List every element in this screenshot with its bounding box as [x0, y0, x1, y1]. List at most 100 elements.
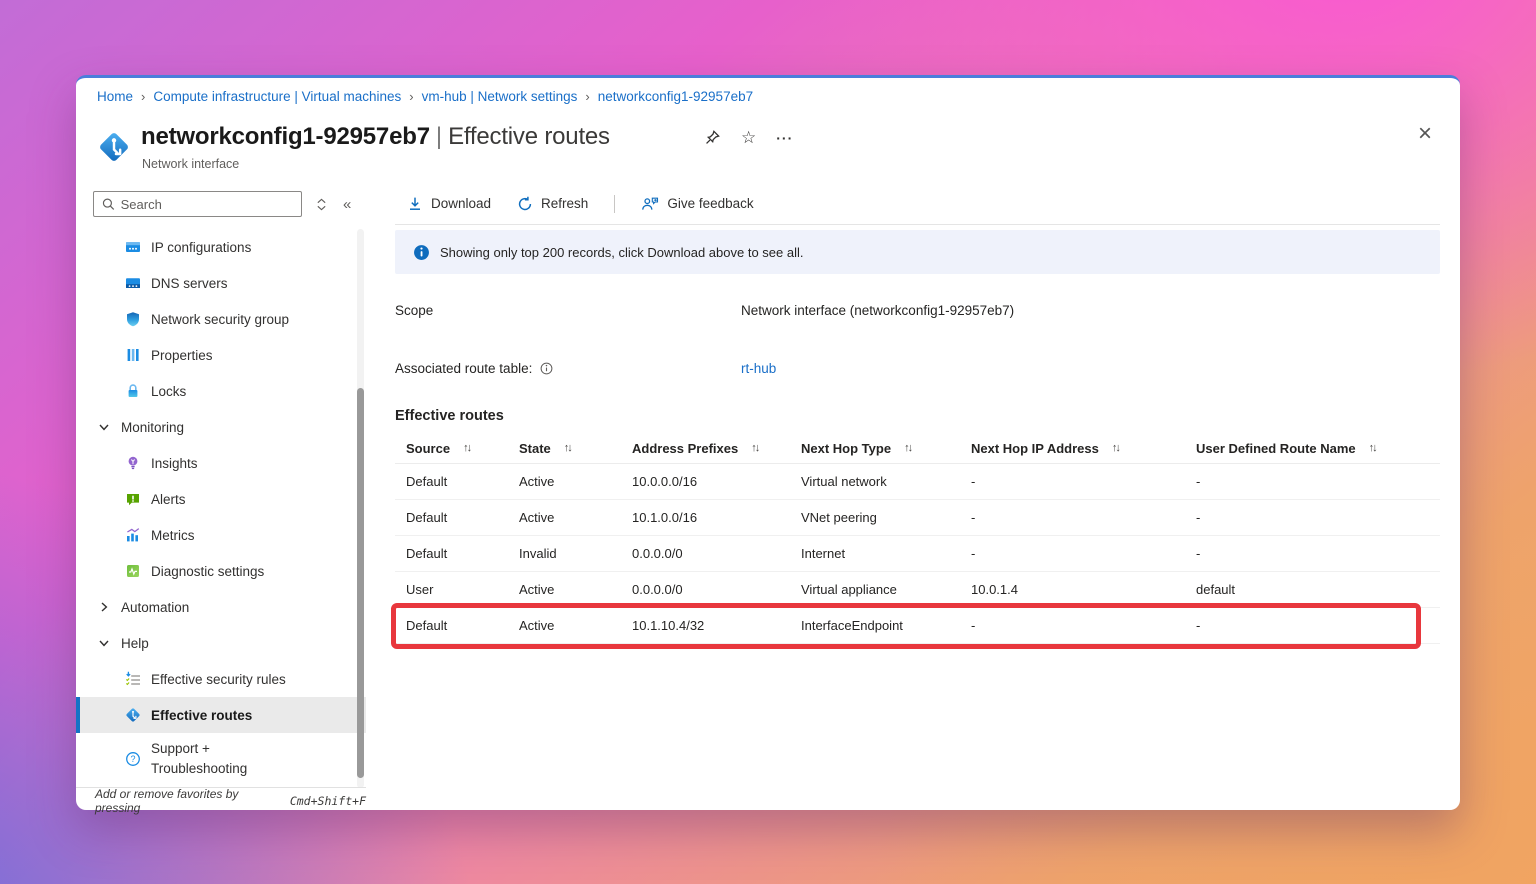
sort-icon: ↑↓ — [564, 442, 571, 454]
column-header-next-hop-ip[interactable]: Next Hop IP Address↑↓ — [960, 441, 1185, 456]
favorites-hint-shortcut: Cmd+Shift+F — [290, 794, 366, 808]
diagnostic-settings-icon — [125, 563, 141, 579]
breadcrumb-network-settings[interactable]: vm-hub | Network settings — [422, 89, 578, 104]
sidebar-item-label: IP configurations — [151, 240, 251, 255]
breadcrumb: Home › Compute infrastructure | Virtual … — [97, 89, 753, 104]
table-row-highlighted: DefaultActive10.1.10.4/32InterfaceEndpoi… — [395, 608, 1440, 644]
lock-icon — [125, 383, 141, 399]
azure-portal-blade: Home › Compute infrastructure | Virtual … — [76, 75, 1460, 810]
sidebar-group-label: Automation — [121, 600, 189, 615]
route-table-label-wrap: Associated route table: — [395, 361, 741, 376]
routes-section-title: Effective routes — [395, 408, 1440, 424]
table-row: DefaultActive10.1.0.0/16VNet peering-- — [395, 500, 1440, 536]
sidebar-item-alerts[interactable]: Alerts — [76, 481, 366, 517]
refresh-button[interactable]: Refresh — [517, 196, 588, 212]
sidebar-item-insights[interactable]: Insights — [76, 445, 366, 481]
sidebar-item-label: Properties — [151, 348, 213, 363]
scope-value: Network interface (networkconfig1-92957e… — [741, 303, 1440, 318]
search-input[interactable] — [121, 197, 293, 212]
favorites-hint: Add or remove favorites by pressing Cmd+… — [76, 787, 366, 813]
info-banner-text: Showing only top 200 records, click Down… — [440, 245, 804, 260]
toolbar-divider — [614, 195, 615, 213]
alerts-icon — [125, 491, 141, 507]
sidebar-group-label: Help — [121, 636, 149, 651]
collapse-sidebar-icon[interactable]: « — [343, 196, 351, 213]
breadcrumb-home[interactable]: Home — [97, 89, 133, 104]
insights-icon — [125, 455, 141, 471]
sidebar-item-effective-security-rules[interactable]: Effective security rules — [76, 661, 366, 697]
sidebar-item-label: Support + Troubleshooting — [151, 739, 291, 778]
sidebar-item-label: Diagnostic settings — [151, 564, 264, 579]
star-icon[interactable]: ☆ — [741, 129, 756, 146]
table-row: DefaultInvalid0.0.0.0/0Internet-- — [395, 536, 1440, 572]
column-header-state[interactable]: State↑↓ — [508, 441, 621, 456]
info-banner: Showing only top 200 records, click Down… — [395, 230, 1440, 274]
download-icon — [407, 196, 423, 212]
column-header-next-hop-type[interactable]: Next Hop Type↑↓ — [790, 441, 960, 456]
sidebar-group-automation[interactable]: Automation — [76, 589, 366, 625]
sort-icon: ↑↓ — [463, 442, 470, 454]
refresh-icon — [517, 196, 533, 212]
sidebar-item-ip-configurations[interactable]: IP configurations — [76, 229, 366, 265]
main-content: Download Refresh Give feedback — [395, 183, 1440, 813]
expand-collapse-all-icon[interactable] — [316, 197, 327, 212]
sidebar-item-properties[interactable]: Properties — [76, 337, 366, 373]
sidebar-item-label: Effective security rules — [151, 672, 286, 687]
table-header-row: Source↑↓ State↑↓ Address Prefixes↑↓ Next… — [395, 433, 1440, 464]
scope-row: Scope Network interface (networkconfig1-… — [395, 296, 1440, 324]
chevron-right-icon: › — [585, 89, 589, 104]
sidebar-menu: IP configurations DNS servers Network se… — [76, 229, 366, 785]
pin-icon[interactable] — [704, 129, 721, 146]
feedback-label: Give feedback — [667, 196, 753, 211]
info-icon — [413, 244, 430, 261]
metrics-icon — [125, 527, 141, 543]
route-table-link[interactable]: rt-hub — [741, 361, 1440, 376]
sort-icon: ↑↓ — [904, 442, 911, 454]
sidebar-item-dns-servers[interactable]: DNS servers — [76, 265, 366, 301]
resource-type-label: Network interface — [142, 157, 239, 171]
sidebar-item-support-troubleshooting[interactable]: ? Support + Troubleshooting — [76, 733, 366, 785]
ip-configurations-icon — [125, 239, 141, 255]
give-feedback-button[interactable]: Give feedback — [641, 196, 753, 212]
sidebar-item-label: Insights — [151, 456, 198, 471]
feedback-icon — [641, 196, 659, 212]
info-tooltip-icon[interactable] — [540, 362, 553, 375]
sidebar-item-effective-routes[interactable]: Effective routes — [76, 697, 366, 733]
sidebar: « IP configurations DNS servers — [76, 183, 366, 813]
chevron-down-icon — [98, 637, 110, 649]
breadcrumb-networkconfig[interactable]: networkconfig1-92957eb7 — [598, 89, 753, 104]
sidebar-item-label: Metrics — [151, 528, 195, 543]
desktop-background: { "breadcrumb": { "items": ["Home", "Com… — [0, 0, 1536, 884]
route-table-label: Associated route table: — [395, 361, 532, 376]
column-header-udr-name[interactable]: User Defined Route Name↑↓ — [1185, 441, 1440, 456]
effective-routes-icon — [125, 707, 141, 723]
column-header-address-prefixes[interactable]: Address Prefixes↑↓ — [621, 441, 790, 456]
sidebar-item-metrics[interactable]: Metrics — [76, 517, 366, 553]
favorites-hint-text: Add or remove favorites by pressing — [95, 787, 286, 815]
ellipsis-menu-icon[interactable]: ··· — [776, 130, 793, 146]
sidebar-group-monitoring[interactable]: Monitoring — [76, 409, 366, 445]
shield-icon — [125, 311, 141, 327]
support-icon: ? — [125, 751, 141, 767]
sidebar-scrollbar-thumb[interactable] — [357, 388, 364, 778]
column-header-source[interactable]: Source↑↓ — [395, 441, 508, 456]
page-title: networkconfig1-92957eb7|Effective routes — [141, 123, 610, 151]
sidebar-item-network-security-group[interactable]: Network security group — [76, 301, 366, 337]
chevron-right-icon: › — [409, 89, 413, 104]
page-title-resource: networkconfig1-92957eb7 — [141, 123, 430, 150]
effective-security-rules-icon — [125, 671, 141, 687]
breadcrumb-virtual-machines[interactable]: Compute infrastructure | Virtual machine… — [153, 89, 401, 104]
download-button[interactable]: Download — [407, 196, 491, 212]
sidebar-item-diagnostic-settings[interactable]: Diagnostic settings — [76, 553, 366, 589]
dns-servers-icon — [125, 275, 141, 291]
sidebar-group-help[interactable]: Help — [76, 625, 366, 661]
sidebar-item-label: Effective routes — [151, 708, 252, 723]
table-row: UserActive0.0.0.0/0Virtual appliance10.0… — [395, 572, 1440, 608]
close-icon[interactable]: × — [1418, 124, 1432, 144]
search-input-wrapper[interactable] — [93, 191, 302, 217]
sidebar-item-label: DNS servers — [151, 276, 228, 291]
sidebar-item-locks[interactable]: Locks — [76, 373, 366, 409]
page-title-blade: Effective routes — [448, 123, 610, 150]
sort-icon: ↑↓ — [1369, 442, 1376, 454]
refresh-label: Refresh — [541, 196, 588, 211]
